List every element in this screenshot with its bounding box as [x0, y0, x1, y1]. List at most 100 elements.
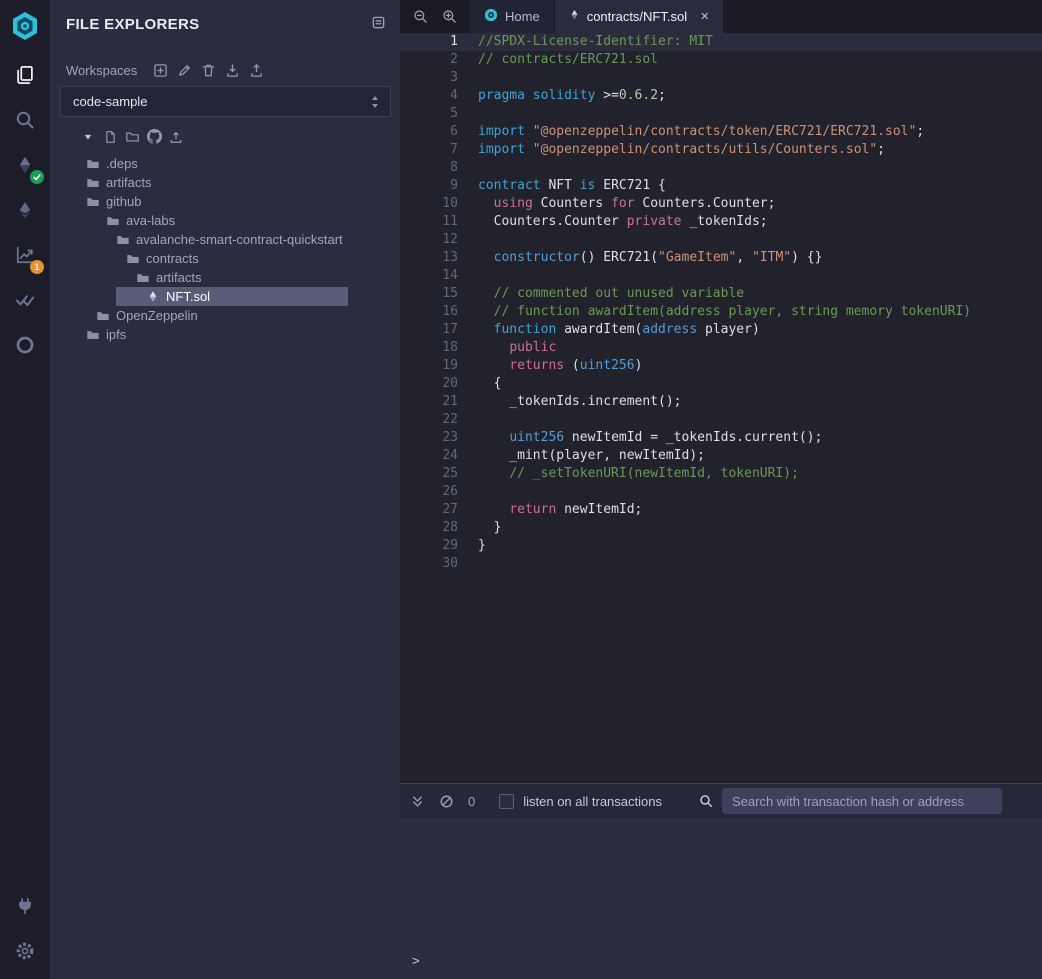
- code-line-13[interactable]: 13 constructor() ERC721("GameItem", "ITM…: [400, 249, 1042, 267]
- main-area: Home contracts/NFT.sol ✕ 1//SPDX-License…: [400, 0, 1042, 979]
- workspaces-label: Workspaces: [66, 63, 137, 78]
- code-editor[interactable]: 1//SPDX-License-Identifier: MIT2// contr…: [400, 33, 1042, 783]
- terminal[interactable]: >: [400, 818, 1042, 979]
- tree-item-artifacts[interactable]: artifacts: [50, 268, 400, 287]
- github-clone-icon[interactable]: [146, 129, 162, 144]
- tree-item-github[interactable]: github: [50, 192, 400, 211]
- new-folder-icon[interactable]: [124, 130, 140, 144]
- workspace-actions: [153, 63, 264, 78]
- code-line-30[interactable]: 30: [400, 555, 1042, 573]
- code-line-20[interactable]: 20 {: [400, 375, 1042, 393]
- stop-listen-icon[interactable]: [439, 794, 454, 809]
- code-line-28[interactable]: 28 }: [400, 519, 1042, 537]
- code-line-23[interactable]: 23 uint256 newItemId = _tokenIds.current…: [400, 429, 1042, 447]
- code-line-22[interactable]: 22: [400, 411, 1042, 429]
- code-line-2[interactable]: 2// contracts/ERC721.sol: [400, 51, 1042, 69]
- code-line-11[interactable]: 11 Counters.Counter private _tokenIds;: [400, 213, 1042, 231]
- tree-item-contracts[interactable]: contracts: [50, 249, 400, 268]
- collapse-caret-icon[interactable]: [80, 132, 96, 142]
- code-line-10[interactable]: 10 using Counters for Counters.Counter;: [400, 195, 1042, 213]
- zoom-out-icon[interactable]: [413, 9, 428, 24]
- code-line-16[interactable]: 16 // function awardItem(address player,…: [400, 303, 1042, 321]
- tab-home-label: Home: [505, 9, 540, 24]
- code-line-27[interactable]: 27 return newItemId;: [400, 501, 1042, 519]
- tab-home[interactable]: Home: [470, 0, 555, 33]
- code-line-29[interactable]: 29}: [400, 537, 1042, 555]
- zoom-in-icon[interactable]: [442, 9, 457, 24]
- deploy-run-icon[interactable]: [0, 187, 50, 232]
- tree-item--deps[interactable]: .deps: [50, 154, 400, 173]
- new-file-icon[interactable]: [102, 130, 118, 144]
- unit-testing-icon[interactable]: [0, 277, 50, 322]
- solidity-file-icon: [569, 9, 580, 25]
- tab-nft-sol[interactable]: contracts/NFT.sol ✕: [555, 0, 725, 33]
- listen-transactions-toggle[interactable]: listen on all transactions: [499, 794, 662, 809]
- download-workspace-icon[interactable]: [225, 63, 240, 78]
- listen-checkbox[interactable]: [499, 794, 514, 809]
- settings-icon[interactable]: [0, 928, 50, 973]
- icon-sidebar-bottom: [0, 883, 50, 979]
- tree-item-openzeppelin[interactable]: OpenZeppelin: [50, 306, 400, 325]
- panel-header: FILE EXPLORERS: [50, 0, 400, 33]
- workspaces-row: Workspaces: [50, 63, 400, 78]
- tree-toolbar: [50, 117, 400, 148]
- create-workspace-icon[interactable]: [153, 63, 168, 78]
- code-line-21[interactable]: 21 _tokenIds.increment();: [400, 393, 1042, 411]
- tree-item-avalanche-smart-contract-quickstart[interactable]: avalanche-smart-contract-quickstart: [50, 230, 400, 249]
- code-line-12[interactable]: 12: [400, 231, 1042, 249]
- tab-nft-sol-label: contracts/NFT.sol: [587, 9, 687, 24]
- code-line-25[interactable]: 25 // _setTokenURI(newItemId, tokenURI);: [400, 465, 1042, 483]
- code-lines: 1//SPDX-License-Identifier: MIT2// contr…: [400, 33, 1042, 573]
- code-line-5[interactable]: 5: [400, 105, 1042, 123]
- rename-workspace-icon[interactable]: [177, 63, 192, 78]
- code-line-4[interactable]: 4pragma solidity >=0.6.2;: [400, 87, 1042, 105]
- code-line-19[interactable]: 19 returns (uint256): [400, 357, 1042, 375]
- code-line-9[interactable]: 9contract NFT is ERC721 {: [400, 177, 1042, 195]
- code-line-7[interactable]: 7import "@openzeppelin/contracts/utils/C…: [400, 141, 1042, 159]
- transaction-count: 0: [468, 794, 475, 809]
- solidity-compiler-icon[interactable]: [0, 142, 50, 187]
- workspace-selected-value: code-sample: [73, 94, 147, 109]
- terminal-search-input[interactable]: [722, 788, 1002, 814]
- restore-workspace-icon[interactable]: [249, 63, 264, 78]
- analysis-count-badge: 1: [30, 260, 44, 274]
- terminal-prompt: >: [412, 954, 420, 969]
- search-icon[interactable]: [0, 97, 50, 142]
- panel-menu-icon[interactable]: [371, 15, 386, 33]
- file-explorer-panel: FILE EXPLORERS Workspaces: [50, 0, 400, 979]
- zoom-controls: [400, 0, 470, 33]
- code-line-26[interactable]: 26: [400, 483, 1042, 501]
- tree-item-ava-labs[interactable]: ava-labs: [50, 211, 400, 230]
- remix-app: 1: [0, 0, 1042, 979]
- close-tab-icon[interactable]: ✕: [700, 10, 709, 23]
- delete-workspace-icon[interactable]: [201, 63, 216, 78]
- icon-sidebar: 1: [0, 0, 50, 979]
- plugin-circle-icon[interactable]: [0, 322, 50, 367]
- file-explorer-icon[interactable]: [0, 52, 50, 97]
- publish-icon[interactable]: [168, 130, 184, 144]
- code-line-17[interactable]: 17 function awardItem(address player): [400, 321, 1042, 339]
- code-line-1[interactable]: 1//SPDX-License-Identifier: MIT: [400, 33, 1042, 51]
- terminal-toolbar: 0 listen on all transactions: [400, 783, 1042, 818]
- tree-item-ipfs[interactable]: ipfs: [50, 325, 400, 344]
- terminal-search-group: [699, 788, 1042, 814]
- code-line-14[interactable]: 14: [400, 267, 1042, 285]
- tree-item-nft-sol[interactable]: NFT.sol: [116, 287, 348, 306]
- code-line-3[interactable]: 3: [400, 69, 1042, 87]
- workspace-select[interactable]: code-sample: [60, 86, 391, 117]
- code-line-8[interactable]: 8: [400, 159, 1042, 177]
- select-caret-icon: [370, 95, 380, 109]
- tree-item-artifacts[interactable]: artifacts: [50, 173, 400, 192]
- remix-logo-icon[interactable]: [0, 0, 50, 52]
- terminal-search-icon: [699, 794, 713, 808]
- code-line-24[interactable]: 24 _mint(player, newItemId);: [400, 447, 1042, 465]
- panel-title: FILE EXPLORERS: [66, 16, 199, 33]
- static-analysis-icon[interactable]: 1: [0, 232, 50, 277]
- plugin-manager-icon[interactable]: [0, 883, 50, 928]
- expand-terminal-icon[interactable]: [410, 794, 425, 809]
- code-line-18[interactable]: 18 public: [400, 339, 1042, 357]
- code-line-15[interactable]: 15 // commented out unused variable: [400, 285, 1042, 303]
- remix-home-icon: [484, 8, 498, 25]
- file-tree: .depsartifactsgithubava-labsavalanche-sm…: [50, 154, 400, 979]
- code-line-6[interactable]: 6import "@openzeppelin/contracts/token/E…: [400, 123, 1042, 141]
